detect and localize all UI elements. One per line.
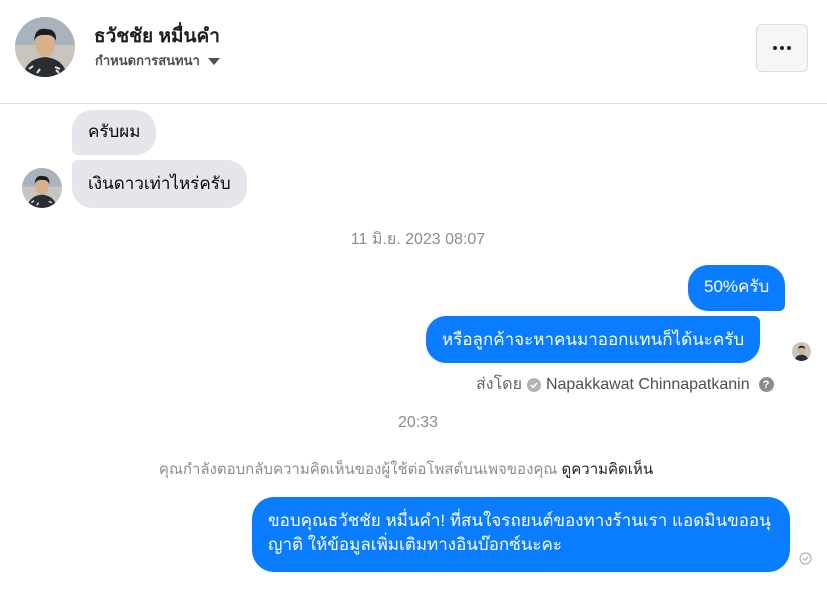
- sent-check-icon: [799, 552, 812, 565]
- conversation-header: ธวัชชัย หมื่นคำ กำหนดการสนทนา: [0, 0, 827, 104]
- incoming-message[interactable]: ครับผม: [72, 110, 157, 155]
- contact-name[interactable]: ธวัชชัย หมื่นคำ: [94, 21, 220, 51]
- message-timestamp: 20:33: [397, 414, 439, 431]
- conversation-schedule-dropdown[interactable]: กำหนดการสนทนา: [95, 50, 220, 71]
- sent-by-line: ส่งโดย Napakkawat Chinnapatkanin ?: [476, 372, 774, 397]
- outgoing-message[interactable]: 50%ครับ: [688, 265, 786, 311]
- avatar-photo-icon: [792, 342, 811, 361]
- admin-name: Napakkawat Chinnapatkanin: [545, 375, 750, 393]
- incoming-message[interactable]: เงินดาวเท่าไหร่ครับ: [72, 160, 247, 208]
- message-timestamp: 11 มิ.ย. 2023 08:07: [350, 231, 486, 248]
- caret-down-icon: [207, 58, 220, 65]
- more-icon-dot: [787, 46, 791, 50]
- check-icon: [526, 377, 541, 392]
- seen-avatar: [792, 342, 811, 361]
- more-icon-dot: [780, 46, 784, 50]
- outgoing-message[interactable]: ขอบคุณธวัชชัย หมื่นคำ! ที่สนใจรถยนต์ของท…: [252, 497, 790, 572]
- help-icon[interactable]: ?: [758, 377, 774, 392]
- sender-avatar: [22, 168, 62, 208]
- notice-text: คุณกำลังตอบกลับความคิดเห็นของผู้ใช้ต่อโพ…: [158, 461, 558, 478]
- avatar-photo-icon: [15, 17, 75, 77]
- sent-by-label: ส่งโดย: [476, 376, 522, 393]
- more-options-button[interactable]: [756, 24, 808, 72]
- contact-avatar[interactable]: [15, 17, 75, 77]
- outgoing-message[interactable]: หรือลูกค้าจะหาคนมาออกแทนก็ได้นะครับ: [426, 316, 761, 363]
- comment-reply-notice: คุณกำลังตอบกลับความคิดเห็นของผู้ใช้ต่อโพ…: [0, 457, 812, 481]
- more-icon: [773, 46, 777, 50]
- view-comment-link[interactable]: ดูความคิดเห็น: [562, 461, 654, 478]
- avatar-photo-icon: [22, 168, 62, 208]
- schedule-label: กำหนดการสนทนา: [95, 53, 200, 68]
